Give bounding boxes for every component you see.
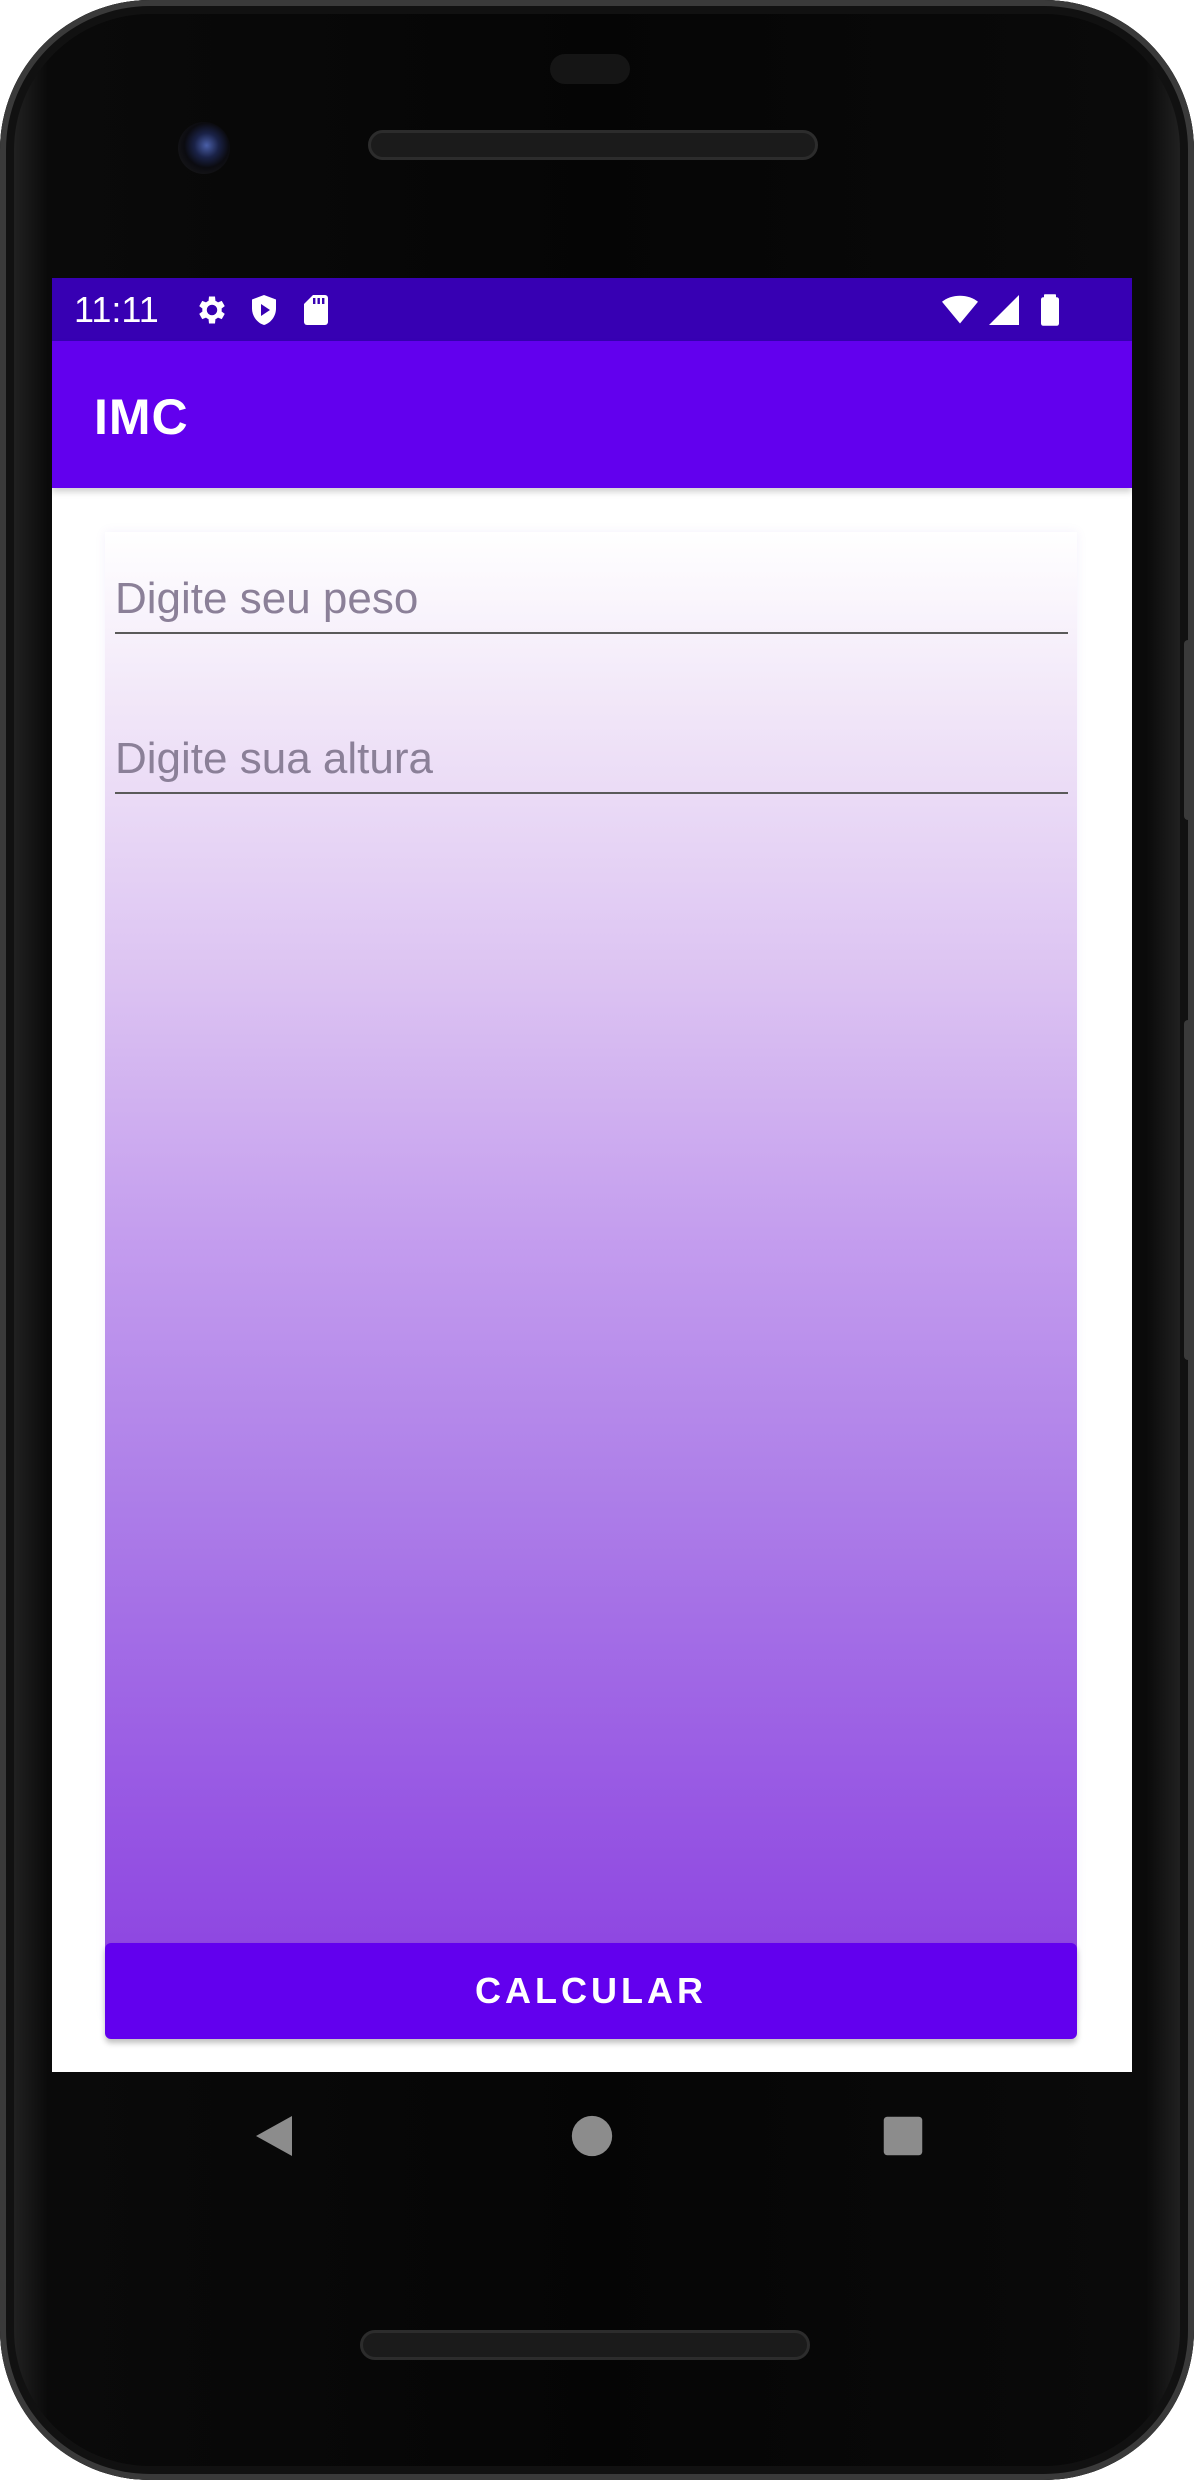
shield-play-icon [252,295,276,325]
weight-input[interactable]: Digite seu peso [115,562,1068,634]
status-time: 11:11 [74,289,159,330]
height-input[interactable]: Digite sua altura [115,722,1068,794]
gear-icon [199,296,225,324]
calculate-button[interactable]: CALCULAR [105,1943,1077,2039]
sd-card-icon [304,295,328,325]
app-bar: IMC [52,341,1132,488]
weight-input-placeholder: Digite seu peso [115,574,419,623]
form-container: Digite seu peso Digite sua altura CALCUL… [105,532,1077,2039]
front-camera [178,122,230,174]
back-icon[interactable] [252,2112,296,2160]
navigation-bar [52,2072,1132,2202]
home-icon[interactable] [570,2114,614,2158]
wifi-icon [942,295,978,324]
volume-button [1184,1020,1194,1360]
proximity-sensor [550,54,630,84]
power-button [1184,640,1194,820]
recents-icon[interactable] [882,2115,924,2157]
app-title: IMC [94,389,189,445]
cell-signal-icon [989,295,1019,325]
status-bar: 11:11 [52,278,1132,341]
height-input-placeholder: Digite sua altura [115,734,433,783]
phone-frame: 11:11 IMC Digite seu peso Digite sua alt… [0,0,1194,2480]
screen: 11:11 IMC Digite seu peso Digite sua alt… [52,278,1132,2072]
bottom-speaker [360,2330,810,2360]
battery-icon [1041,294,1059,326]
top-speaker [368,130,818,160]
